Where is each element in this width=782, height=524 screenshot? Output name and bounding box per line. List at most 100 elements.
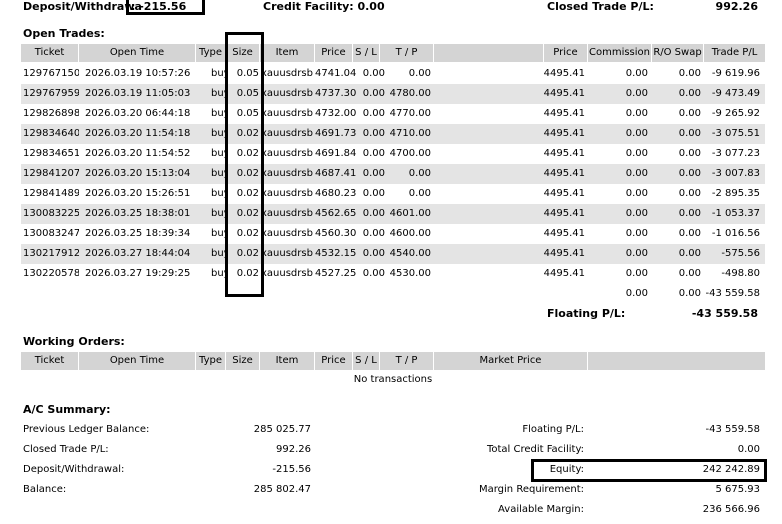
sl-cell: 0.00 [362,148,385,159]
swap-cell: 0.00 [678,188,701,199]
price-cell: 4732.00 [315,108,356,119]
open-time-cell: 2026.03.19 11:05:03 [85,88,191,99]
commission-cell: 0.00 [625,68,648,79]
item-cell: xauusdrsb [261,68,313,79]
price-cell: 4532.15 [315,248,356,259]
summary-right-label: Floating P/L: [522,424,584,435]
ticket-cell: 129841207 [23,168,79,179]
current-price-cell: 4495.41 [543,108,585,119]
swap-cell: 0.00 [678,248,701,259]
summary-left-label: Previous Ledger Balance: [23,424,150,435]
col-header-commission[interactable]: Commission [588,44,652,62]
wo-col-header-price[interactable]: Price [315,352,353,370]
commission-cell: 0.00 [625,148,648,159]
ticket-cell: 130083225 [23,208,79,219]
current-price-cell: 4495.41 [543,148,585,159]
open-time-cell: 2026.03.20 15:13:04 [85,168,191,179]
open-time-cell: 2026.03.25 18:38:01 [85,208,191,219]
current-price-cell: 4495.41 [543,248,585,259]
table-row[interactable]: 129826898 2026.03.20 06:44:18 buy 0.05 xauus… [21,104,765,124]
item-cell: xauusdrsb [261,188,313,199]
summary-right-label: Available Margin: [498,504,584,515]
swap-cell: 0.00 [678,88,701,99]
wo-col-header-sl[interactable]: S / L [353,352,380,370]
tp-cell: 4770.00 [389,108,431,119]
ticket-cell: 129767959 [23,88,79,99]
sl-cell: 0.00 [362,68,385,79]
trade-pl-cell: -498.80 [721,268,760,279]
col-header-ticket[interactable]: Ticket [21,44,79,62]
summary-left-value: 992.26 [276,444,311,455]
col-header-open-time[interactable]: Open Time [79,44,196,62]
table-row[interactable]: 129767959 2026.03.19 11:05:03 buy 0.05 xauus… [21,84,765,104]
totals-swap: 0.00 [678,288,701,299]
open-trades-title: Open Trades: [23,27,105,40]
col-header-current-price[interactable]: Price [544,44,588,62]
current-price-cell: 4495.41 [543,268,585,279]
table-row[interactable]: 130220578 2026.03.27 19:29:25 buy 0.02 xauus… [21,264,765,284]
trade-pl-cell: -9 265.92 [711,108,760,119]
totals-commission: 0.00 [625,288,648,299]
summary-left-value: -215.56 [272,464,311,475]
table-row[interactable]: 129767150 2026.03.19 10:57:26 buy 0.05 xauus… [21,64,765,84]
item-cell: xauusdrsb [261,108,313,119]
table-row[interactable]: 129841207 2026.03.20 15:13:04 buy 0.02 xauus… [21,164,765,184]
col-header-price[interactable]: Price [315,44,353,62]
swap-cell: 0.00 [678,228,701,239]
ticket-cell: 129841489 [23,188,79,199]
sl-cell: 0.00 [362,88,385,99]
col-header-sl[interactable]: S / L [353,44,380,62]
open-time-cell: 2026.03.20 06:44:18 [85,108,191,119]
working-orders-header: Ticket Open Time Type Size Item Price S … [21,352,765,370]
sl-cell: 0.00 [362,268,385,279]
commission-cell: 0.00 [625,108,648,119]
item-cell: xauusdrsb [261,148,313,159]
col-header-tp[interactable]: T / P [380,44,434,62]
price-cell: 4560.30 [315,228,356,239]
sl-cell: 0.00 [362,208,385,219]
tp-cell: 4530.00 [389,268,431,279]
table-row[interactable]: 130083247 2026.03.25 18:39:34 buy 0.02 xauus… [21,224,765,244]
price-cell: 4562.65 [315,208,356,219]
wo-col-header-ticket[interactable]: Ticket [21,352,79,370]
col-header-trade-pl[interactable]: Trade P/L [704,44,765,62]
totals-trade-pl: -43 559.58 [705,288,760,299]
trade-pl-cell: -9 473.49 [711,88,760,99]
item-cell: xauusdrsb [261,88,313,99]
table-row[interactable]: 129834651 2026.03.20 11:54:52 buy 0.02 xauus… [21,144,765,164]
table-row[interactable]: 130217912 2026.03.27 18:44:04 buy 0.02 xauus… [21,244,765,264]
top-closed-pl-label: Closed Trade P/L: [547,0,654,13]
ticket-cell: 129834651 [23,148,79,159]
price-cell: 4691.84 [315,148,356,159]
summary-right-value: 5 675.93 [715,484,760,495]
current-price-cell: 4495.41 [543,188,585,199]
wo-col-header-size[interactable]: Size [226,352,260,370]
wo-col-header-open-time[interactable]: Open Time [79,352,196,370]
open-time-cell: 2026.03.25 18:39:34 [85,228,191,239]
ticket-cell: 129767150 [23,68,79,79]
trade-pl-cell: -575.56 [721,248,760,259]
sl-cell: 0.00 [362,228,385,239]
col-header-type[interactable]: Type [196,44,226,62]
table-row[interactable]: 129841489 2026.03.20 15:26:51 buy 0.02 xauus… [21,184,765,204]
sl-cell: 0.00 [362,248,385,259]
wo-col-header-tp[interactable]: T / P [380,352,434,370]
sl-cell: 0.00 [362,168,385,179]
summary-left-label: Balance: [23,484,67,495]
table-row[interactable]: 130083225 2026.03.25 18:38:01 buy 0.02 xauus… [21,204,765,224]
col-header-swap[interactable]: R/O Swap [652,44,704,62]
ticket-cell: 129826898 [23,108,79,119]
swap-cell: 0.00 [678,108,701,119]
table-row[interactable]: 129834640 2026.03.20 11:54:18 buy 0.02 xauus… [21,124,765,144]
wo-col-header-item[interactable]: Item [260,352,315,370]
open-time-cell: 2026.03.27 19:29:25 [85,268,191,279]
wo-col-header-market-price[interactable]: Market Price [434,352,588,370]
top-deposit-label: Deposit/Withdrawa [23,0,142,13]
tp-cell: 4601.00 [389,208,431,219]
wo-col-header-type[interactable]: Type [196,352,226,370]
col-header-item[interactable]: Item [260,44,315,62]
price-cell: 4687.41 [315,168,356,179]
trade-pl-cell: -2 895.35 [711,188,760,199]
summary-left-value: 285 025.77 [253,424,311,435]
current-price-cell: 4495.41 [543,68,585,79]
